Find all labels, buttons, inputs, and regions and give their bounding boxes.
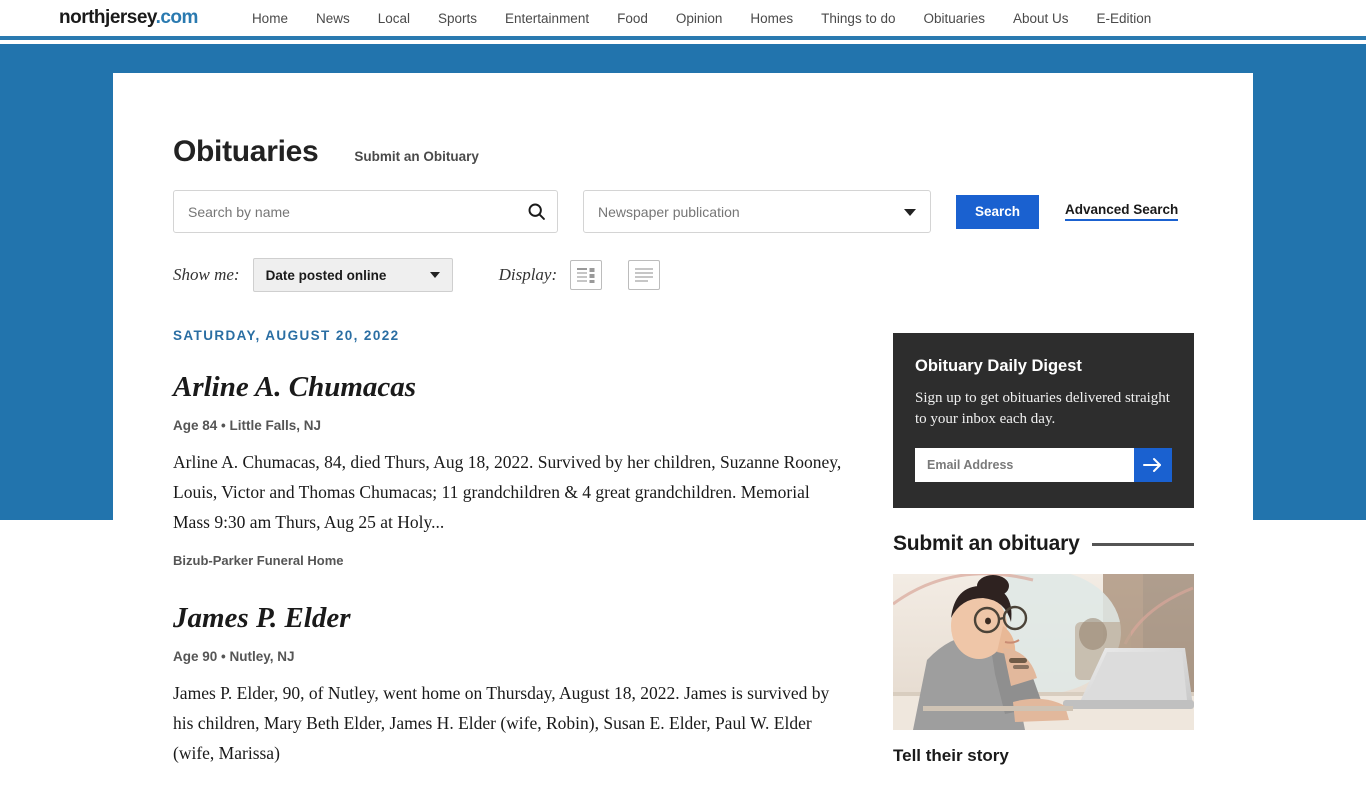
search-button[interactable]: Search (956, 194, 1039, 229)
email-field[interactable] (915, 448, 1134, 482)
section-divider (1091, 542, 1194, 546)
site-logo[interactable]: northjersey.com (59, 7, 198, 29)
obituary-excerpt: Arline A. Chumacas, 84, died Thurs, Aug … (173, 452, 842, 532)
nav-item-obituaries[interactable]: Obituaries (923, 11, 985, 26)
nav-item-news[interactable]: News (316, 11, 350, 26)
nav-item-food[interactable]: Food (617, 11, 648, 26)
display-label: Display: (498, 265, 558, 284)
publication-select-wrapper: Newspaper publication (583, 190, 931, 233)
submit-obituary-section-header: Submit an obituary (893, 532, 1194, 556)
sidebar-section-title: Submit an obituary (893, 532, 1080, 555)
results-date-header: SATURDAY, AUGUST 20, 2022 (173, 328, 400, 343)
obituary-meta: Age 90 • Nutley, NJ (173, 649, 295, 664)
content-panel: Obituaries Submit an Obituary Newspaper … (113, 73, 1253, 768)
search-icon[interactable] (524, 199, 548, 223)
page-title: Obituaries (173, 135, 319, 168)
arrow-right-icon[interactable] (1134, 448, 1172, 482)
obituary-name[interactable]: Arline A. Chumacas (173, 371, 873, 404)
show-me-select-wrapper: Date posted online (252, 258, 453, 292)
publication-select[interactable]: Newspaper publication (583, 190, 931, 233)
page-header: Obituaries Submit an Obituary (173, 135, 479, 169)
funeral-home-name: Bizub-Parker Funeral Home (173, 553, 344, 568)
promo-caption: Tell their story (893, 746, 1009, 765)
woman-at-laptop-photo[interactable] (893, 574, 1194, 730)
digest-signup-form (915, 448, 1172, 482)
obituary-meta: Age 84 • Little Falls, NJ (173, 418, 322, 433)
show-me-select[interactable]: Date posted online (252, 258, 453, 292)
filter-toolbar: Show me: Date posted online Display: (173, 258, 661, 292)
obituary-list: SATURDAY, AUGUST 20, 2022 Arline A. Chum… (173, 328, 873, 802)
obituary-excerpt: James P. Elder, 90, of Nutley, went home… (173, 683, 830, 763)
search-toolbar: Newspaper publication Search Advanced Se… (173, 190, 1179, 233)
sidebar: Obituary Daily Digest Sign up to get obi… (893, 333, 1194, 766)
nav-item-about-us[interactable]: About Us (1013, 11, 1069, 26)
digest-description: Sign up to get obituaries delivered stra… (915, 390, 1170, 427)
submit-an-obituary-link[interactable]: Submit an Obituary (354, 149, 479, 164)
grid-view-icon[interactable] (570, 260, 603, 290)
nav-item-homes[interactable]: Homes (750, 11, 793, 26)
nav-item-local[interactable]: Local (378, 11, 410, 26)
search-input[interactable] (173, 190, 558, 233)
nav-item-sports[interactable]: Sports (438, 11, 477, 26)
digest-title: Obituary Daily Digest (915, 357, 1082, 375)
nav-item-entertainment[interactable]: Entertainment (505, 11, 589, 26)
list-view-icon[interactable] (628, 260, 661, 290)
list-item: James P. Elder Age 90 • Nutley, NJ James… (173, 602, 873, 768)
obituary-name[interactable]: James P. Elder (173, 602, 873, 635)
main-navigation: Home News Local Sports Entertainment Foo… (252, 11, 1151, 26)
nav-item-home[interactable]: Home (252, 11, 288, 26)
nav-item-e-edition[interactable]: E-Edition (1097, 11, 1152, 26)
obituary-daily-digest-card: Obituary Daily Digest Sign up to get obi… (893, 333, 1194, 508)
search-name-field-wrapper (173, 190, 558, 233)
logo-domain-text: .com (155, 7, 199, 28)
logo-main-text: northjersey (59, 7, 156, 28)
advanced-search-link[interactable]: Advanced Search (1065, 202, 1179, 221)
show-me-label: Show me: (173, 265, 240, 284)
nav-item-things-to-do[interactable]: Things to do (821, 11, 895, 26)
nav-item-opinion[interactable]: Opinion (676, 11, 723, 26)
list-item: Arline A. Chumacas Age 84 • Little Falls… (173, 371, 873, 568)
site-header: northjersey.com Home News Local Sports E… (0, 0, 1366, 40)
